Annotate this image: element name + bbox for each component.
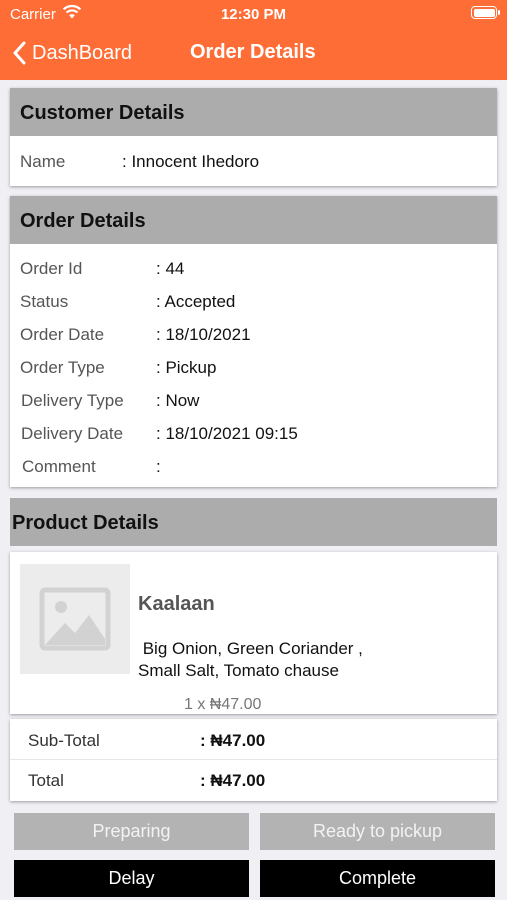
delivery-date-label: Delivery Date: [21, 424, 124, 443]
ready-to-pickup-button[interactable]: Ready to pickup: [260, 813, 495, 850]
customer-name-value: : Innocent Ihedoro: [122, 152, 260, 171]
totals-card: Sub-Total : ₦47.00 Total : ₦47.00: [10, 719, 497, 801]
total-value: : ₦47.00: [200, 771, 266, 790]
comment-value: :: [156, 457, 161, 476]
back-label: DashBoard: [32, 41, 133, 64]
order-type-value: : Pickup: [156, 358, 217, 377]
product-ingredients-line2: Small Salt, Tomato chause: [138, 661, 339, 680]
subtotal-value: : ₦47.00: [200, 731, 266, 750]
order-date-value: : 18/10/2021: [156, 325, 251, 344]
product-qty-price: 1 x ₦47.00: [184, 696, 262, 713]
product-item[interactable]: Kaalaan Big Onion, Green Coriander , Sma…: [10, 552, 497, 714]
complete-button[interactable]: Complete: [260, 860, 495, 897]
page-title: Order Details: [190, 41, 316, 63]
battery-icon: [471, 6, 500, 19]
back-button[interactable]: DashBoard: [12, 38, 132, 68]
clock: 12:30 PM: [220, 6, 287, 23]
order-date-label: Order Date: [20, 325, 105, 344]
delivery-date-value: : 18/10/2021 09:15: [156, 424, 298, 443]
order-id-value: : 44: [156, 259, 185, 278]
comment-label: Comment: [22, 457, 96, 476]
customer-details-heading: Customer Details: [10, 88, 497, 136]
status-bar: Carrier 12:30 PM: [0, 0, 507, 28]
nav-header: Carrier 12:30 PM DashBoard Order Details: [0, 0, 507, 80]
order-details-card: Order Details Order Id : 44 Status : Acc…: [10, 196, 497, 487]
order-id-label: Order Id: [20, 259, 83, 278]
subtotal-label: Sub-Total: [28, 731, 100, 750]
status-label: Status: [20, 292, 69, 311]
product-thumbnail: [20, 564, 130, 674]
product-name: Kaalaan: [138, 593, 215, 615]
product-details-heading: Product Details: [10, 498, 497, 546]
totals-divider: [10, 759, 497, 760]
delivery-type-value: : Now: [156, 391, 200, 410]
preparing-button[interactable]: Preparing: [14, 813, 249, 850]
image-placeholder-icon: [39, 587, 111, 651]
total-label: Total: [28, 771, 64, 790]
status-value: : Accepted: [156, 292, 236, 311]
order-details-heading: Order Details: [10, 196, 497, 244]
customer-details-card: Customer Details Name : Innocent Ihedoro: [10, 88, 497, 186]
customer-name-label: Name: [20, 152, 66, 171]
delay-button[interactable]: Delay: [14, 860, 249, 897]
order-type-label: Order Type: [20, 358, 105, 377]
delivery-type-label: Delivery Type: [21, 391, 124, 410]
product-ingredients-line1: Big Onion, Green Coriander ,: [138, 639, 363, 658]
chevron-left-icon: [13, 41, 26, 65]
